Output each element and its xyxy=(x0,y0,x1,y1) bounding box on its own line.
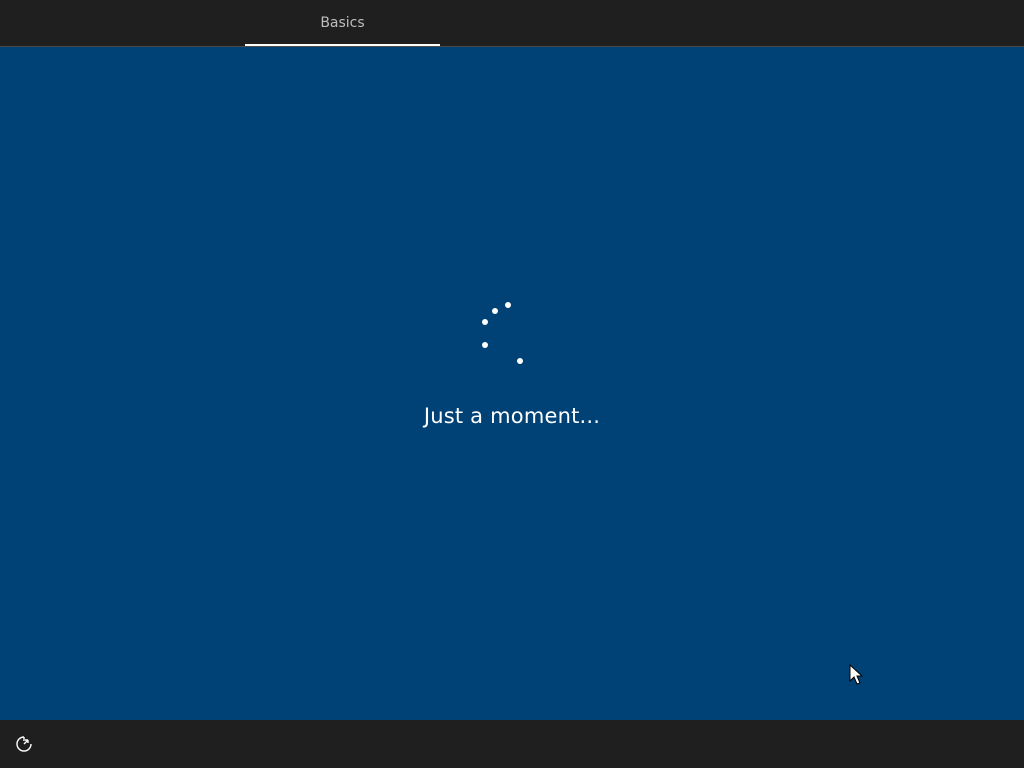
spinner-dot xyxy=(482,342,488,348)
loading-spinner xyxy=(482,302,523,364)
spinner-dot xyxy=(505,302,511,308)
spinner-dot xyxy=(517,358,523,364)
spinner-dot xyxy=(492,308,498,314)
tab-basics-label: Basics xyxy=(320,15,365,31)
ease-of-access-icon xyxy=(16,736,32,752)
mouse-pointer-icon xyxy=(849,664,863,685)
active-tab-indicator xyxy=(245,44,440,46)
ease-of-access-button[interactable] xyxy=(10,732,38,756)
spinner-dot xyxy=(482,319,488,325)
loading-status-text: Just a moment... xyxy=(423,404,601,428)
oobe-screen: Basics Just a moment... xyxy=(0,0,1024,768)
tab-basics: Basics xyxy=(245,0,440,46)
top-navigation-bar: Basics xyxy=(0,0,1024,47)
bottom-bar xyxy=(0,720,1024,768)
